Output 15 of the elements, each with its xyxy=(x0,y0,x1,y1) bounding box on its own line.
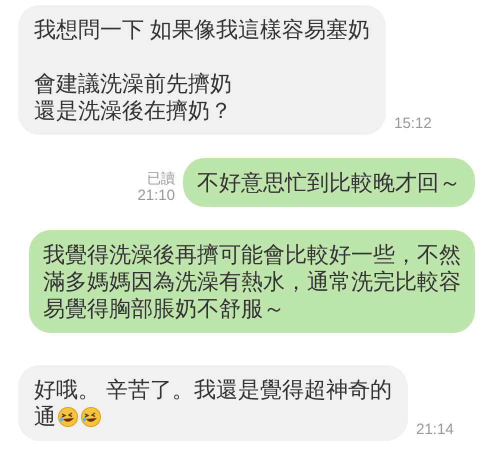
message-text: 通 xyxy=(34,403,56,430)
read-receipt: 已讀 xyxy=(147,169,175,187)
message-text: 我想問一下 如果像我這樣容易塞奶 xyxy=(34,16,370,43)
message-text: 易覺得胸部脹奶不舒服～ xyxy=(43,295,285,322)
laughing-emoji-icon xyxy=(57,406,79,428)
message-time: 21:14 xyxy=(416,421,454,439)
message-text: 不好意思忙到比較晚才回～ xyxy=(197,169,461,196)
message-text: 好哦。 辛苦了。我還是覺得超神奇的 xyxy=(34,376,392,403)
laughing-emoji-icon xyxy=(80,406,102,428)
message-text: 我覺得洗澡後再擠可能會比較好一些，不然 xyxy=(43,241,461,268)
message-time: 15:12 xyxy=(394,115,432,133)
message-text: 滿多媽媽因為洗澡有熱水，通常洗完比較容 xyxy=(43,268,461,295)
message-time: 21:10 xyxy=(137,187,175,205)
message-text: 會建議洗澡前先擠奶 xyxy=(34,70,232,97)
message-text: 還是洗澡後在擠奶？ xyxy=(34,97,232,124)
